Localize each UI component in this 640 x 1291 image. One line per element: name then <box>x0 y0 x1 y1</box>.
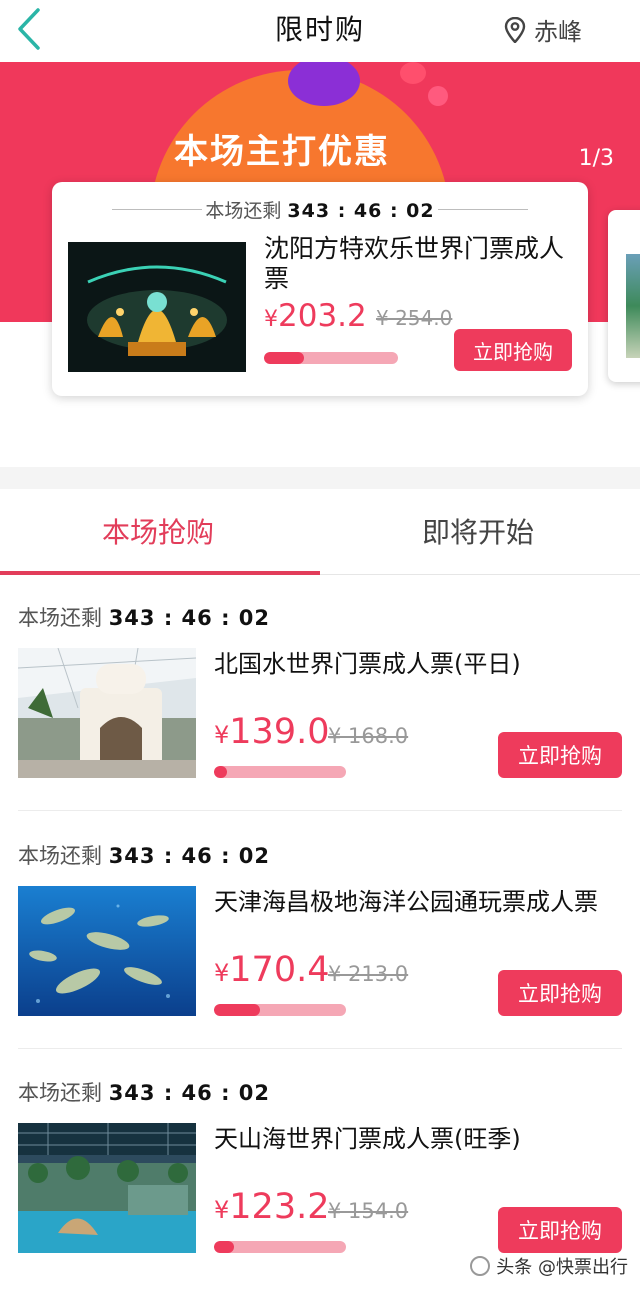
banner-title: 本场主打优惠 <box>174 132 390 172</box>
original-price: ¥ 168.0 <box>328 724 409 748</box>
countdown: 本场还剩 343 : 46 : 02 <box>18 606 271 630</box>
banner-decoration <box>400 62 426 84</box>
flash-sale-page: 限时购 赤峰 本场主打优惠 1/3 本场还剩 343 : 46 : 02 沈阳方… <box>0 0 640 1291</box>
sales-progress-bar <box>214 1241 346 1253</box>
tab-upcoming[interactable]: 即将开始 <box>422 511 534 551</box>
deal-price: ¥203.2 <box>264 298 367 334</box>
original-price: ¥ 254.0 <box>376 306 453 330</box>
deal-thumbnail[interactable] <box>68 242 246 372</box>
sales-progress-bar <box>214 766 346 778</box>
deal-thumbnail <box>626 254 640 358</box>
header: 限时购 赤峰 <box>0 0 640 62</box>
sales-progress-bar <box>214 1004 346 1016</box>
sales-progress-bar <box>264 352 398 364</box>
divider <box>18 1048 622 1049</box>
location-label: 赤峰 <box>534 18 582 46</box>
progress-fill <box>214 1004 261 1016</box>
progress-fill <box>214 766 228 778</box>
watermark-logo-icon <box>470 1256 491 1276</box>
deal-name[interactable]: 沈阳方特欢乐世界门票成人票 <box>264 234 564 294</box>
buy-now-button[interactable]: 立即抢购 <box>454 329 572 371</box>
original-price: ¥ 154.0 <box>328 1199 409 1223</box>
deal-price: ¥139.0 <box>214 712 330 752</box>
countdown: 本场还剩 343 : 46 : 02 <box>205 200 435 222</box>
deal-name[interactable]: 北国水世界门票成人票(平日) <box>214 648 624 680</box>
deal-name[interactable]: 天津海昌极地海洋公园通玩票成人票 <box>214 886 624 918</box>
progress-fill <box>264 352 305 364</box>
deal-name[interactable]: 天山海世界门票成人票(旺季) <box>214 1123 624 1155</box>
countdown: 本场还剩 343 : 46 : 02 <box>18 844 271 868</box>
watermark: 头条 @快票出行 <box>470 1253 628 1279</box>
countdown: 本场还剩 343 : 46 : 02 <box>18 1081 271 1105</box>
active-tab-indicator <box>0 571 320 575</box>
featured-banner: 本场主打优惠 1/3 本场还剩 343 : 46 : 02 沈阳方特欢乐世界门票… <box>0 62 640 467</box>
buy-now-button[interactable]: 立即抢购 <box>498 1207 622 1253</box>
divider <box>18 810 622 811</box>
tab-current-sale[interactable]: 本场抢购 <box>102 511 214 551</box>
progress-fill <box>214 1241 234 1253</box>
next-deal-card-peek[interactable] <box>608 210 640 382</box>
featured-deal-card[interactable]: 本场还剩 343 : 46 : 02 沈阳方特欢乐世界门票成人票 ¥203.2 <box>52 182 588 396</box>
section-gap <box>0 467 640 489</box>
banner-decoration <box>428 86 448 106</box>
watermark-text: 头条 @快票出行 <box>496 1257 628 1278</box>
original-price: ¥ 213.0 <box>328 962 409 986</box>
location-pin-icon <box>504 16 526 43</box>
carousel-pager: 1/3 <box>578 146 614 171</box>
deal-thumbnail[interactable] <box>18 1123 196 1253</box>
buy-now-button[interactable]: 立即抢购 <box>498 970 622 1016</box>
list-item[interactable]: 本场还剩 343 : 46 : 02 北国水世界门票成人票(平日) ¥139.0… <box>0 602 640 838</box>
tab-bar: 本场抢购 即将开始 <box>0 489 640 575</box>
list-item[interactable]: 本场还剩 343 : 46 : 02 天津海昌极地海洋公园通玩票成人票 ¥170… <box>0 840 640 1076</box>
deal-thumbnail[interactable] <box>18 648 196 778</box>
deal-thumbnail[interactable] <box>18 886 196 1016</box>
buy-now-button[interactable]: 立即抢购 <box>498 732 622 778</box>
deal-price: ¥170.4 <box>214 950 330 990</box>
location-selector[interactable]: 赤峰 <box>504 12 582 47</box>
deal-price: ¥123.2 <box>214 1187 330 1227</box>
